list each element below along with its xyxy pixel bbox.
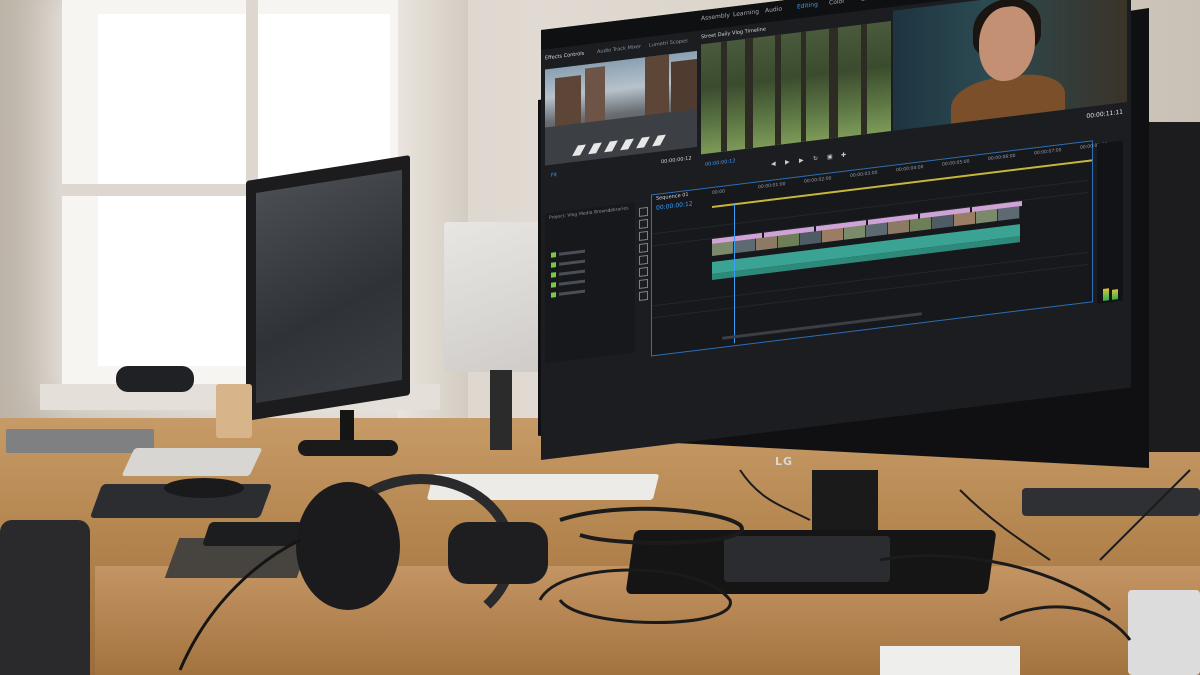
- cables: [178, 469, 1191, 671]
- office-desk-scene: LG Assembly Learning Audio Editing Color Effe…: [0, 0, 1200, 675]
